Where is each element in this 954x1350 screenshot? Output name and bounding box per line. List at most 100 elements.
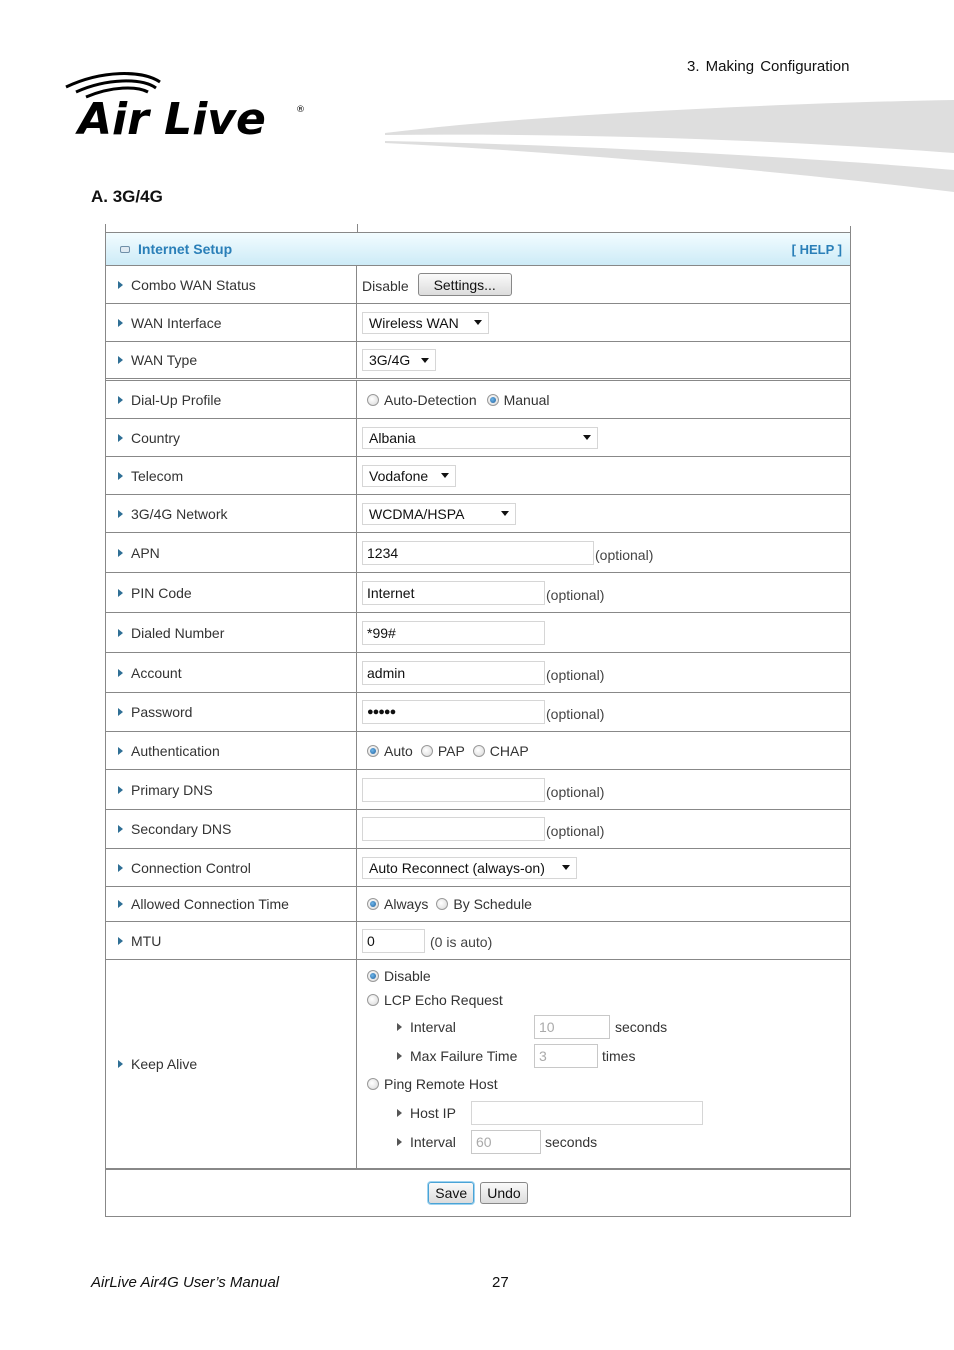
label-text: Connection Control — [131, 859, 251, 876]
row-value: admin (optional) — [357, 653, 850, 692]
row-value: WCDMA/HSPA — [357, 495, 850, 532]
password-input[interactable]: ●●●●● — [362, 700, 545, 724]
secondary-dns-input[interactable] — [362, 817, 545, 841]
label-text: Combo WAN Status — [131, 276, 256, 293]
pin-code-input[interactable]: Internet — [362, 580, 545, 605]
row-value: Auto-Detection Manual — [357, 381, 850, 418]
radio-button[interactable] — [367, 1078, 379, 1090]
row-label: Telecom — [106, 457, 357, 494]
panel-header: Internet Setup [ HELP ] — [106, 232, 850, 266]
row-label: Combo WAN Status — [106, 266, 357, 303]
radio-button[interactable] — [472, 744, 485, 757]
wan-interface-select[interactable]: Wireless WAN — [362, 311, 489, 334]
radio-auth-chap[interactable]: CHAP — [472, 742, 529, 759]
row-value: (optional) — [357, 770, 850, 809]
row-label: Allowed Connection Time — [106, 887, 357, 921]
help-link[interactable]: [ HELP ] — [792, 242, 842, 257]
keep-alive-lcp-option[interactable]: LCP Echo Request — [367, 988, 503, 1012]
svg-text:®: ® — [296, 105, 305, 115]
radio-button[interactable] — [420, 744, 433, 757]
ping-interval-input[interactable]: 60 — [471, 1129, 541, 1154]
row-value: 3G/4G — [357, 342, 850, 378]
bullet-arrow-icon — [118, 863, 123, 872]
radio-label: Disable — [384, 968, 431, 984]
select-value: 3G/4G — [369, 352, 411, 368]
radio-button-selected[interactable] — [367, 898, 379, 910]
radio-auth-pap[interactable]: PAP — [420, 743, 465, 759]
row-value: Internet (optional) — [357, 573, 850, 612]
select-value: Auto Reconnect (always-on) — [369, 859, 545, 876]
row-country: Country Albania — [106, 419, 850, 457]
country-select[interactable]: Albania — [362, 426, 598, 449]
label-text: Account — [131, 664, 182, 681]
chevron-down-icon — [474, 320, 482, 325]
keep-alive-ping-option[interactable]: Ping Remote Host — [367, 1070, 498, 1098]
label-text: APN — [131, 544, 160, 561]
bullet-arrow-icon — [118, 708, 123, 716]
network-select[interactable]: WCDMA/HSPA — [362, 502, 516, 525]
label-text: Primary DNS — [131, 781, 213, 798]
connection-control-select[interactable]: Auto Reconnect (always-on) — [362, 856, 577, 879]
radio-button-selected[interactable] — [367, 744, 379, 757]
mtu-input[interactable]: 0 — [362, 928, 425, 953]
lcp-interval-label: Interval — [410, 1018, 456, 1035]
telecom-select[interactable]: Vodafone — [362, 464, 456, 487]
row-label: Dial-Up Profile — [106, 381, 357, 418]
row-connection-control: Connection Control Auto Reconnect (alway… — [106, 849, 850, 887]
row-label: Password — [106, 693, 357, 731]
bullet-arrow-icon — [118, 936, 123, 945]
optional-hint: (optional) — [546, 823, 605, 839]
radio-button[interactable] — [367, 393, 379, 406]
label-text: Secondary DNS — [131, 821, 232, 837]
unit-label: seconds — [545, 1133, 598, 1150]
row-value: Wireless WAN — [357, 304, 850, 341]
lcp-interval-line: Interval 10 seconds — [367, 1012, 667, 1041]
section-title: A. 3G/4G — [91, 187, 163, 206]
radio-button[interactable] — [367, 994, 379, 1006]
radio-auth-auto[interactable]: Auto — [367, 743, 413, 759]
lcp-interval-input[interactable]: 10 — [534, 1014, 610, 1039]
radio-auto-detection[interactable]: Auto-Detection — [367, 392, 477, 408]
footer-page-number: 27 — [492, 1274, 509, 1291]
bullet-arrow-icon — [397, 1051, 402, 1060]
radio-label: LCP Echo Request — [384, 992, 503, 1008]
bullet-arrow-icon — [118, 280, 123, 289]
undo-button[interactable]: Undo — [480, 1182, 528, 1204]
dialed-number-input[interactable]: *99# — [362, 620, 545, 645]
bullet-arrow-icon — [118, 785, 123, 794]
max-failure-input[interactable]: 3 — [534, 1043, 598, 1068]
row-value: Auto Reconnect (always-on) — [357, 849, 850, 886]
apn-input[interactable]: 1234 — [362, 540, 594, 565]
row-label: MTU — [106, 922, 357, 959]
radio-button-selected[interactable] — [486, 393, 499, 406]
radio-label: Always — [384, 896, 429, 912]
radio-label: CHAP — [489, 742, 529, 759]
wan-type-select[interactable]: 3G/4G — [362, 349, 436, 371]
row-value: Disable LCP Echo Request Interval 10 sec… — [357, 960, 850, 1168]
settings-button[interactable]: Settings... — [417, 273, 512, 296]
radio-always[interactable]: Always — [367, 896, 428, 912]
primary-dns-input[interactable] — [362, 777, 545, 802]
row-value: 1234 (optional) — [357, 533, 850, 572]
row-label: Authentication — [106, 732, 357, 769]
radio-manual[interactable]: Manual — [486, 392, 550, 408]
label-text: WAN Type — [131, 352, 198, 368]
select-value: WCDMA/HSPA — [369, 505, 465, 522]
row-label: 3G/4G Network — [106, 495, 357, 532]
radio-by-schedule[interactable]: By Schedule — [436, 896, 532, 912]
save-button[interactable]: Save — [428, 1182, 475, 1204]
combo-wan-status-value: Disable — [362, 278, 409, 294]
chapter-heading: 3. Making Configuration — [687, 58, 850, 75]
radio-button-selected[interactable] — [367, 970, 379, 982]
panel-title-text: Internet Setup — [138, 241, 233, 257]
row-mtu: MTU 0 (0 is auto) — [106, 922, 850, 960]
row-label: Country — [106, 419, 357, 456]
bullet-arrow-icon — [118, 1060, 123, 1068]
host-ip-input[interactable] — [471, 1100, 703, 1125]
account-input[interactable]: admin — [362, 660, 545, 685]
radio-button[interactable] — [436, 898, 449, 910]
keep-alive-disable-option[interactable]: Disable — [367, 964, 431, 988]
label-text: Password — [131, 704, 193, 720]
bullet-arrow-icon — [118, 318, 123, 327]
bullet-arrow-icon — [118, 588, 123, 597]
